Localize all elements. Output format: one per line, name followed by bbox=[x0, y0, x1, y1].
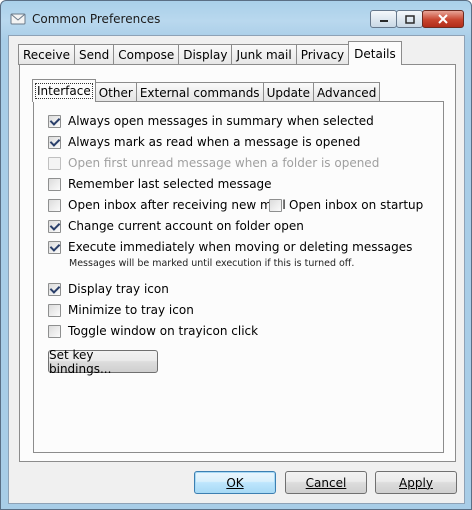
tab-interface[interactable]: Interface bbox=[32, 79, 96, 102]
checkbox-change-account[interactable]: Change current account on folder open bbox=[48, 219, 304, 233]
inner-tab-strip: Interface Other External commands Update… bbox=[32, 79, 381, 102]
checkbox[interactable] bbox=[48, 324, 61, 338]
maximize-button[interactable] bbox=[396, 10, 423, 28]
execute-note: Messages will be marked until execution … bbox=[69, 258, 355, 269]
cancel-button[interactable]: Cancel bbox=[285, 471, 367, 494]
maximize-icon bbox=[404, 14, 415, 24]
checkbox-open-first-unread: Open first unread message when a folder … bbox=[48, 156, 379, 170]
tab-junk-mail[interactable]: Junk mail bbox=[231, 44, 297, 65]
checkbox[interactable] bbox=[48, 282, 61, 296]
tab-compose[interactable]: Compose bbox=[113, 44, 180, 65]
checkbox-display-tray-icon[interactable]: Display tray icon bbox=[48, 282, 169, 296]
apply-button[interactable]: Apply bbox=[375, 471, 457, 494]
checkbox[interactable] bbox=[48, 240, 61, 254]
checkbox[interactable] bbox=[48, 198, 61, 212]
tab-display[interactable]: Display bbox=[178, 44, 233, 65]
checkbox-execute-immediately[interactable]: Execute immediately when moving or delet… bbox=[48, 240, 412, 254]
tab-receive[interactable]: Receive bbox=[18, 44, 75, 65]
minimize-button[interactable] bbox=[370, 10, 397, 28]
checkbox-mark-read[interactable]: Always mark as read when a message is op… bbox=[48, 135, 360, 149]
set-key-bindings-button[interactable]: Set key bindings... bbox=[48, 348, 158, 376]
checkbox-minimize-tray[interactable]: Minimize to tray icon bbox=[48, 303, 194, 317]
checkbox-open-inbox-startup[interactable]: Open inbox on startup bbox=[269, 198, 423, 212]
dialog-client-area: Receive Send Compose Display Junk mail P… bbox=[8, 35, 465, 504]
outer-tab-strip: Receive Send Compose Display Junk mail P… bbox=[18, 41, 402, 65]
tab-external-commands[interactable]: External commands bbox=[135, 82, 264, 102]
checkbox bbox=[48, 156, 61, 170]
app-icon bbox=[10, 11, 26, 27]
minimize-icon bbox=[379, 20, 388, 22]
tab-send[interactable]: Send bbox=[73, 44, 115, 65]
checkbox[interactable] bbox=[48, 135, 61, 149]
tab-update[interactable]: Update bbox=[262, 82, 315, 102]
close-button[interactable] bbox=[422, 10, 464, 28]
checkbox[interactable] bbox=[48, 219, 61, 233]
checkbox[interactable] bbox=[48, 114, 61, 128]
preferences-window: Common Preferences Receive Send Compose … bbox=[0, 0, 472, 510]
ok-button[interactable]: OK bbox=[194, 471, 276, 494]
window-title: Common Preferences bbox=[32, 12, 161, 26]
interface-panel: Always open messages in summary when sel… bbox=[33, 101, 444, 453]
window-controls bbox=[370, 10, 464, 28]
details-panel: Interface Other External commands Update… bbox=[19, 64, 456, 462]
tab-details[interactable]: Details bbox=[348, 41, 402, 65]
tab-privacy[interactable]: Privacy bbox=[295, 44, 350, 65]
checkbox[interactable] bbox=[48, 177, 61, 191]
title-bar[interactable]: Common Preferences bbox=[1, 1, 471, 35]
tab-advanced[interactable]: Advanced bbox=[313, 82, 381, 102]
checkbox-open-inbox-after-receive[interactable]: Open inbox after receiving new mail bbox=[48, 198, 286, 212]
tab-other[interactable]: Other bbox=[94, 82, 137, 102]
checkbox-summary-open[interactable]: Always open messages in summary when sel… bbox=[48, 114, 374, 128]
checkbox[interactable] bbox=[269, 198, 282, 212]
checkbox-toggle-window[interactable]: Toggle window on trayicon click bbox=[48, 324, 258, 338]
checkbox[interactable] bbox=[48, 303, 61, 317]
checkbox-remember-last[interactable]: Remember last selected message bbox=[48, 177, 272, 191]
close-icon bbox=[438, 14, 448, 24]
